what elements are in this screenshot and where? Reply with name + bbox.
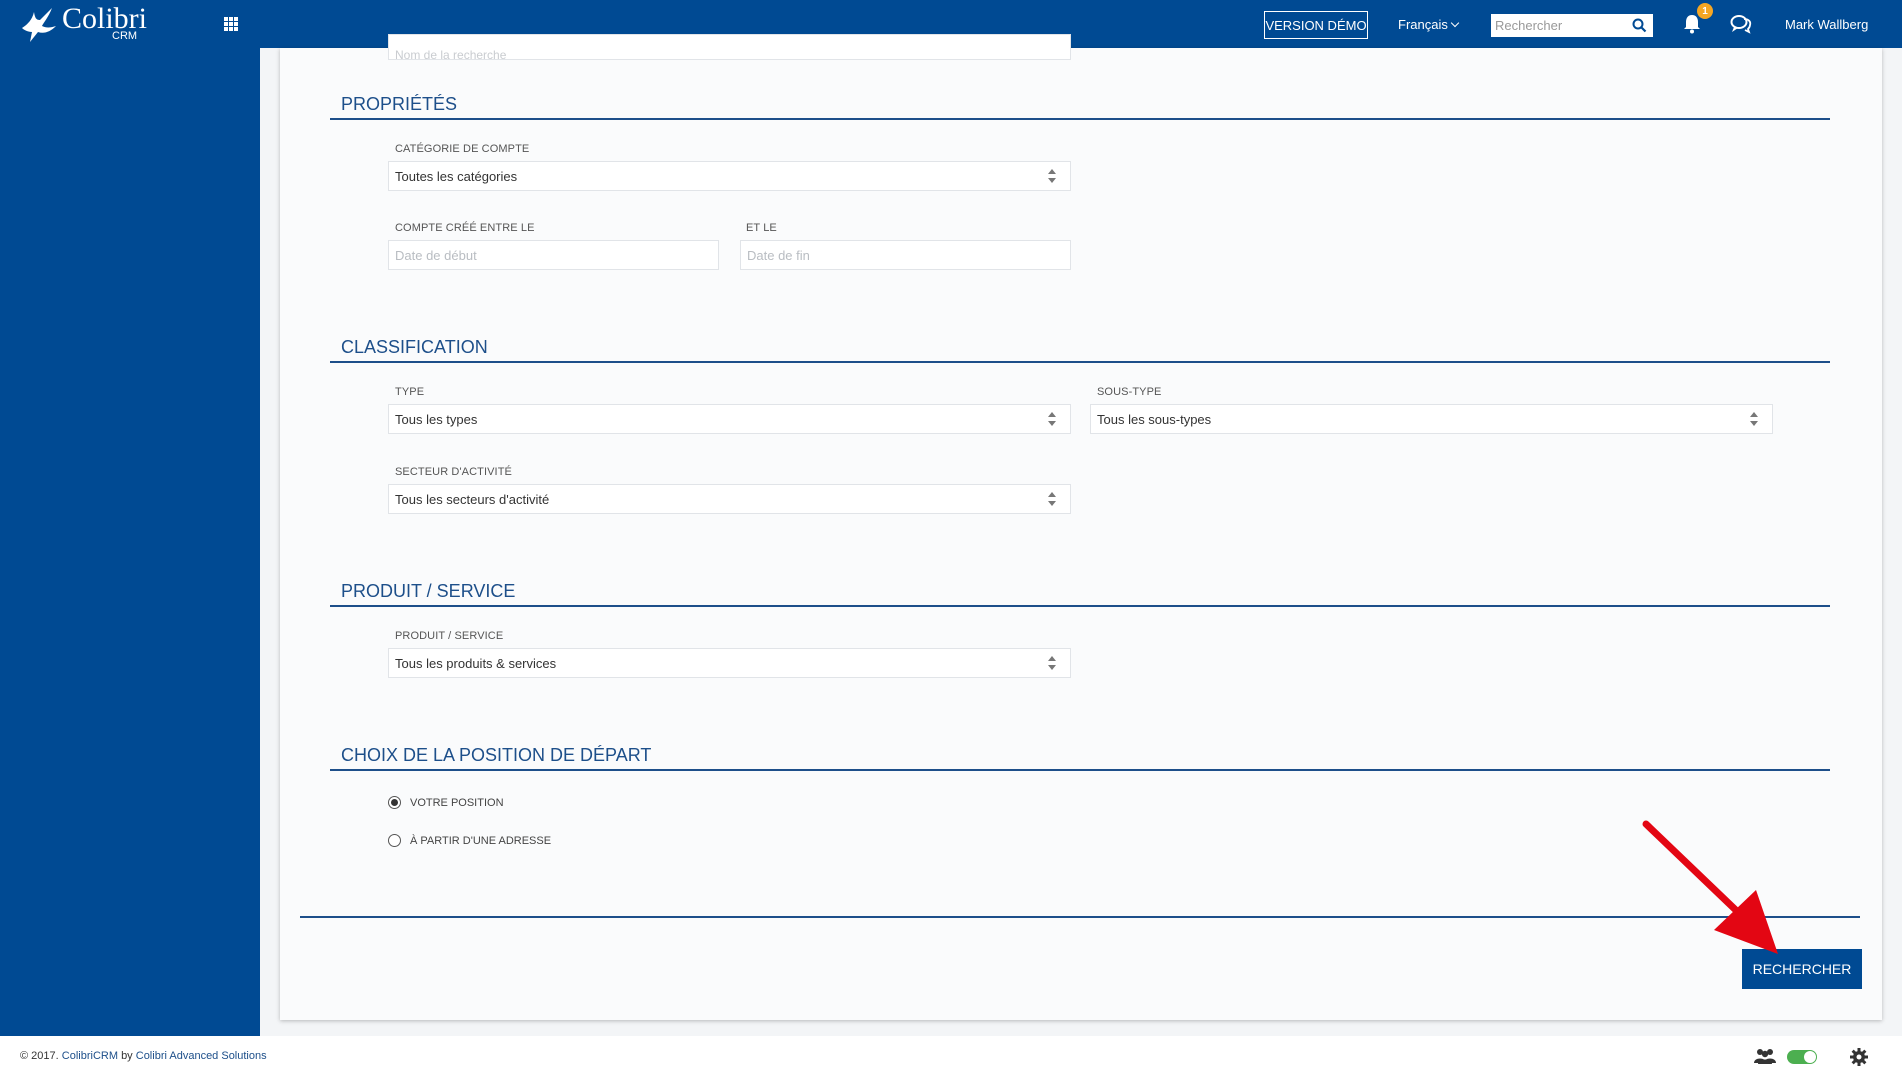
demo-version-button[interactable]: VERSION DÉMO: [1264, 11, 1368, 39]
section-title-properties: PROPRIÉTÉS: [341, 94, 458, 114]
select-arrows-icon: [1048, 168, 1056, 184]
select-arrows-icon: [1048, 655, 1056, 671]
sector-select[interactable]: Tous les secteurs d'activité: [388, 484, 1071, 514]
type-label: TYPE: [395, 386, 425, 398]
sector-label: SECTEUR D'ACTIVITÉ: [395, 466, 512, 478]
created-between-label: COMPTE CRÉÉ ENTRE LE: [395, 222, 535, 234]
section-divider: [330, 118, 1830, 120]
section-title-product: PRODUIT / SERVICE: [341, 581, 516, 601]
type-value: Tous les types: [395, 411, 478, 427]
type-select[interactable]: Tous les types: [388, 404, 1071, 434]
start-date-input[interactable]: [388, 240, 719, 270]
status-toggle[interactable]: [1787, 1050, 1817, 1064]
team-icon[interactable]: [1754, 1048, 1776, 1064]
radio-current-position-label: VOTRE POSITION: [410, 796, 504, 809]
copyright-by: by: [121, 1050, 133, 1062]
radio-current-position[interactable]: VOTRE POSITION: [388, 796, 504, 809]
and-label: ET LE: [746, 222, 777, 234]
select-arrows-icon: [1048, 491, 1056, 507]
search-name-field-text: Nom de la recherche: [395, 48, 507, 60]
language-label: Français: [1398, 17, 1448, 32]
copyright: © 2017. ColibriCRM by Colibri Advanced S…: [20, 1050, 267, 1062]
product-value: Tous les produits & services: [395, 655, 557, 671]
global-search: [1491, 14, 1653, 37]
subtype-value: Tous les sous-types: [1097, 411, 1212, 427]
subtype-label: SOUS-TYPE: [1097, 386, 1162, 398]
section-divider: [330, 605, 1830, 607]
account-category-label: CATÉGORIE DE COMPTE: [395, 143, 530, 155]
section-divider: [330, 769, 1830, 771]
subtype-select[interactable]: Tous les sous-types: [1090, 404, 1773, 434]
gear-icon[interactable]: [1850, 1048, 1868, 1066]
radio-from-address[interactable]: À PARTIR D'UNE ADRESSE: [388, 834, 551, 847]
hummingbird-icon: [22, 8, 56, 42]
end-date-input[interactable]: [740, 240, 1071, 270]
radio-from-address-label: À PARTIR D'UNE ADRESSE: [410, 834, 552, 847]
chevron-down-icon: [1450, 18, 1460, 28]
radio-checked-icon[interactable]: [388, 796, 401, 809]
section-divider: [330, 361, 1830, 363]
product-link[interactable]: ColibriCRM: [62, 1050, 118, 1062]
apps-grid-icon[interactable]: [224, 17, 238, 31]
user-menu[interactable]: Mark Wallberg: [1785, 17, 1868, 32]
brand-sub: CRM: [112, 30, 138, 42]
product-select[interactable]: Tous les produits & services: [388, 648, 1071, 678]
section-title-classification: CLASSIFICATION: [341, 337, 488, 357]
language-selector[interactable]: Français: [1398, 17, 1460, 32]
search-name-field[interactable]: Nom de la recherche: [388, 34, 1071, 60]
global-search-input[interactable]: [1491, 14, 1626, 37]
sector-value: Tous les secteurs d'activité: [395, 491, 550, 507]
product-label: PRODUIT / SERVICE: [395, 630, 504, 642]
chat-icon[interactable]: [1730, 14, 1752, 34]
account-category-select[interactable]: Toutes les catégories: [388, 161, 1071, 191]
account-category-value: Toutes les catégories: [395, 168, 518, 184]
radio-unchecked-icon[interactable]: [388, 834, 401, 847]
annotation-arrow-icon: [1642, 820, 1778, 954]
search-icon[interactable]: [1632, 18, 1647, 33]
select-arrows-icon: [1750, 411, 1758, 427]
section-title-start-position: CHOIX DE LA POSITION DE DÉPART: [341, 745, 652, 765]
form-footer-divider: [300, 916, 1860, 918]
company-link[interactable]: Colibri Advanced Solutions: [136, 1050, 267, 1062]
page-footer: © 2017. ColibriCRM by Colibri Advanced S…: [0, 1036, 1902, 1080]
copyright-prefix: © 2017.: [20, 1050, 59, 1062]
sidebar: [0, 48, 260, 1036]
bell-icon[interactable]: [1683, 14, 1701, 34]
select-arrows-icon: [1048, 411, 1056, 427]
notification-badge: 1: [1697, 3, 1713, 19]
